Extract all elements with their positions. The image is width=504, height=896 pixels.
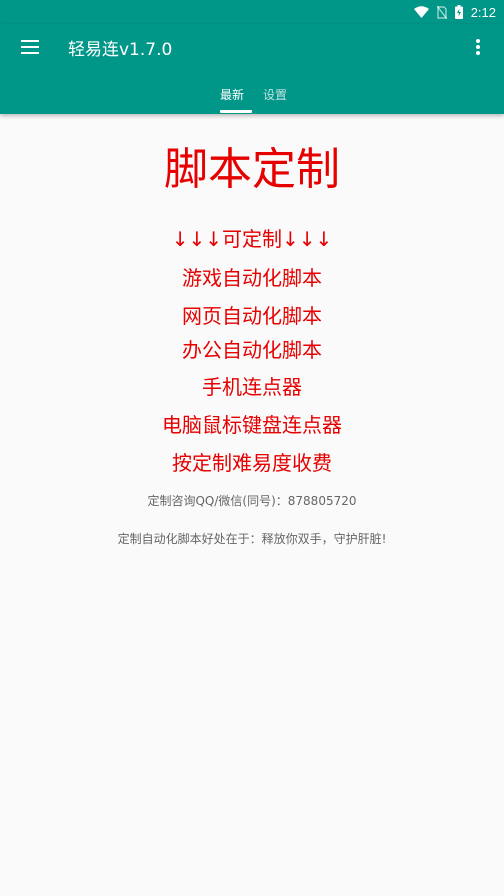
app-title: 轻易连v1.7.0 <box>68 40 173 60</box>
toolbar: 轻易连v1.7.0 <box>0 24 504 70</box>
feature-customizable: ↓↓↓可定制↓↓↓ <box>171 227 333 251</box>
feature-pricing: 按定制难易度收费 <box>172 451 332 475</box>
tab-indicator <box>220 110 252 113</box>
battery-charging-icon <box>454 5 463 19</box>
contact-info: 定制咨询QQ/微信(同号)：878805720 <box>147 494 357 508</box>
tab-bar: 最新 设置 <box>0 78 504 114</box>
tab-latest[interactable]: 最新 <box>220 86 244 103</box>
page-headline: 脚本定制 <box>164 144 340 195</box>
feature-pc-clicker: 电脑鼠标键盘连点器 <box>162 413 342 437</box>
app-bar: 轻易连v1.7.0 最新 设置 <box>0 24 504 114</box>
slogan-text: 定制自动化脚本好处在于：释放你双手，守护肝脏! <box>117 532 387 546</box>
no-sim-icon <box>436 5 447 19</box>
feature-web-script: 网页自动化脚本 <box>182 304 322 328</box>
hamburger-menu-icon[interactable] <box>16 35 44 59</box>
wifi-icon <box>413 6 429 18</box>
tab-settings[interactable]: 设置 <box>263 86 287 103</box>
feature-game-script: 游戏自动化脚本 <box>182 266 322 290</box>
status-time: 2:12 <box>470 4 496 20</box>
main-content: 脚本定制 ↓↓↓可定制↓↓↓ 游戏自动化脚本 网页自动化脚本 办公自动化脚本 手… <box>0 114 504 896</box>
feature-office-script: 办公自动化脚本 <box>182 338 322 362</box>
more-vert-icon[interactable] <box>466 35 490 59</box>
feature-phone-clicker: 手机连点器 <box>202 375 302 399</box>
status-bar: 2:12 <box>0 0 504 24</box>
